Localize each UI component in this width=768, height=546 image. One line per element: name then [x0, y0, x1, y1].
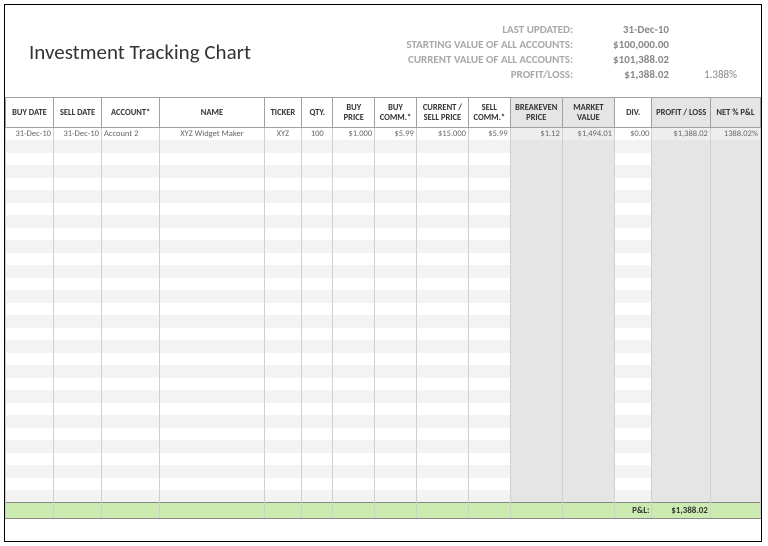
table-row[interactable] [6, 303, 761, 316]
table-row[interactable] [6, 465, 761, 478]
table-header-row: BUY DATE SELL DATE ACCOUNT* NAME TICKER … [6, 98, 761, 128]
table-row[interactable] [6, 440, 761, 453]
table-row[interactable] [6, 140, 761, 153]
value-pct: 1.388% [687, 68, 737, 81]
cell-ticker[interactable]: XYZ [264, 128, 302, 141]
table-row[interactable] [6, 265, 761, 278]
cell-net-pct[interactable]: 1388.02% [710, 128, 760, 141]
investment-table: BUY DATE SELL DATE ACCOUNT* NAME TICKER … [5, 97, 761, 519]
table-row[interactable] [6, 203, 761, 216]
col-current: CURRENT / SELL PRICE [416, 98, 468, 128]
label-last-updated: LAST UPDATED: [406, 23, 573, 36]
table-row[interactable] [6, 178, 761, 191]
table-row[interactable] [6, 403, 761, 416]
col-div: DIV. [614, 98, 652, 128]
table-row[interactable] [6, 453, 761, 466]
col-profit-loss: PROFIT / LOSS [652, 98, 710, 128]
table-row[interactable] [6, 490, 761, 503]
label-current: CURRENT VALUE OF ALL ACCOUNTS: [406, 53, 573, 66]
cell-profit-loss[interactable]: $1,388.02 [652, 128, 710, 141]
table-row[interactable] [6, 165, 761, 178]
cell-buy-price[interactable]: $1.000 [333, 128, 375, 141]
col-name: NAME [160, 98, 264, 128]
totals-label: P&L: [614, 503, 652, 519]
cell-sell-comm[interactable]: $5.99 [468, 128, 510, 141]
col-buy-price: BUY PRICE [333, 98, 375, 128]
cell-breakeven[interactable]: $1.12 [510, 128, 562, 141]
col-buy-comm: BUY COMM.* [375, 98, 417, 128]
summary-block: LAST UPDATED: 31-Dec-10 STARTING VALUE O… [406, 23, 737, 81]
table-row[interactable] [6, 253, 761, 266]
label-starting: STARTING VALUE OF ALL ACCOUNTS: [406, 38, 573, 51]
totals-value: $1,388.02 [652, 503, 710, 519]
spreadsheet-page: Investment Tracking Chart LAST UPDATED: … [4, 4, 762, 542]
value-starting: $100,000.00 [591, 38, 669, 51]
cell-name[interactable]: XYZ Widget Maker [160, 128, 264, 141]
col-qty: QTY. [302, 98, 333, 128]
table-row[interactable] [6, 290, 761, 303]
table-row[interactable] [6, 328, 761, 341]
table-row[interactable] [6, 478, 761, 491]
header: Investment Tracking Chart LAST UPDATED: … [5, 5, 761, 89]
col-sell-comm: SELL COMM.* [468, 98, 510, 128]
cell-account[interactable]: Account 2 [101, 128, 159, 141]
table-row[interactable] [6, 365, 761, 378]
col-buy-date: BUY DATE [6, 98, 54, 128]
table-row[interactable] [6, 278, 761, 291]
value-last-updated: 31-Dec-10 [591, 23, 669, 36]
col-account: ACCOUNT* [101, 98, 159, 128]
table-row[interactable] [6, 353, 761, 366]
cell-buy-date[interactable]: 31-Dec-10 [6, 128, 54, 141]
label-profit-loss: PROFIT/LOSS: [406, 68, 573, 81]
table-row[interactable]: 31-Dec-10 31-Dec-10 Account 2 XYZ Widget… [6, 128, 761, 141]
cell-div[interactable]: $0.00 [614, 128, 652, 141]
totals-row: P&L: $1,388.02 [6, 503, 761, 519]
table-row[interactable] [6, 390, 761, 403]
table-row[interactable] [6, 153, 761, 166]
table-row[interactable] [6, 240, 761, 253]
cell-current[interactable]: $15.000 [416, 128, 468, 141]
col-market-value: MARKET VALUE [562, 98, 614, 128]
table-row[interactable] [6, 415, 761, 428]
cell-sell-date[interactable]: 31-Dec-10 [53, 128, 101, 141]
cell-qty[interactable]: 100 [302, 128, 333, 141]
col-ticker: TICKER [264, 98, 302, 128]
col-breakeven: BREAKEVEN PRICE [510, 98, 562, 128]
table-row[interactable] [6, 340, 761, 353]
value-profit-loss: $1,388.02 [591, 68, 669, 81]
col-net-pct: NET % P&L [710, 98, 760, 128]
table-row[interactable] [6, 315, 761, 328]
cell-market-value[interactable]: $1,494.01 [562, 128, 614, 141]
cell-buy-comm[interactable]: $5.99 [375, 128, 417, 141]
value-current: $101,388.02 [591, 53, 669, 66]
col-sell-date: SELL DATE [53, 98, 101, 128]
page-title: Investment Tracking Chart [29, 39, 251, 65]
table-row[interactable] [6, 428, 761, 441]
table-row[interactable] [6, 215, 761, 228]
table-row[interactable] [6, 378, 761, 391]
table-row[interactable] [6, 190, 761, 203]
table-body: 31-Dec-10 31-Dec-10 Account 2 XYZ Widget… [6, 128, 761, 503]
table-row[interactable] [6, 228, 761, 241]
